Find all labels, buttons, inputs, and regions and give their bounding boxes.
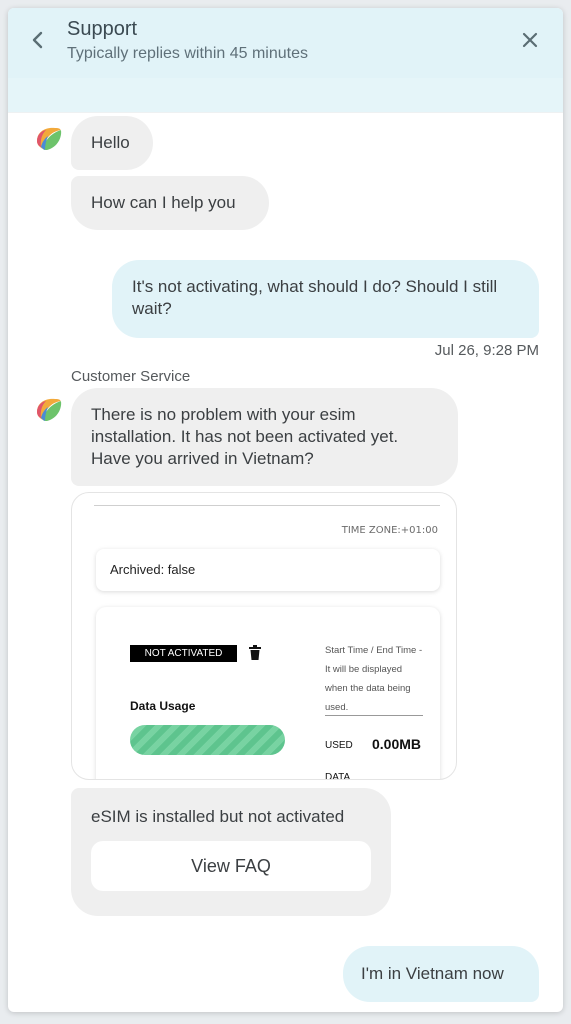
chevron-left-icon[interactable] (26, 28, 50, 52)
message-text: There is no problem with your esim insta… (91, 405, 399, 468)
header-strip (8, 78, 563, 113)
message-user-question: It's not activating, what should I do? S… (112, 260, 539, 338)
archived-box: Archived: false (96, 549, 440, 591)
archived-label: Archived: false (110, 562, 196, 577)
data-usage-progress (130, 725, 285, 755)
message-text: eSIM is installed but not activated (91, 807, 345, 826)
chat-title: Support (67, 18, 138, 40)
attached-screenshot[interactable]: TIME ZONE:+01:00 Archived: false NOT ACT… (71, 492, 457, 780)
message-text: How can I help you (91, 193, 236, 212)
esim-status-card: NOT ACTIVATED Data Usage Start Time / En… (96, 607, 440, 780)
message-help: How can I help you (71, 176, 269, 230)
data-usage-label: Data Usage (130, 699, 196, 713)
chat-window: Support Typically replies within 45 minu… (8, 8, 563, 1012)
agent-avatar (33, 394, 63, 424)
view-faq-button[interactable]: View FAQ (91, 841, 371, 891)
message-user-reply: I'm in Vietnam now (343, 946, 539, 1002)
message-timestamp: Jul 26, 9:28 PM (434, 342, 539, 359)
time-note: Start Time / End Time - It will be displ… (325, 645, 423, 713)
status-badge: NOT ACTIVATED (130, 645, 237, 662)
message-text: It's not activating, what should I do? S… (132, 277, 498, 318)
used-label: USED (325, 740, 353, 751)
agent-avatar (33, 123, 63, 153)
agent-name: Customer Service (71, 368, 191, 385)
data-label: DATA (325, 772, 351, 780)
timezone-label: TIME ZONE:+01:00 (341, 525, 438, 536)
trash-icon[interactable] (248, 645, 262, 661)
close-icon[interactable] (518, 28, 542, 52)
time-note-divider (325, 715, 423, 716)
message-hello: Hello (71, 116, 153, 170)
divider (94, 505, 440, 506)
chat-header: Support Typically replies within 45 minu… (8, 8, 563, 113)
message-text: I'm in Vietnam now (361, 964, 504, 983)
used-value: 0.00MB (372, 736, 422, 752)
message-text: Hello (91, 133, 130, 152)
message-agent-reply: There is no problem with your esim insta… (71, 388, 458, 486)
reply-time-subtitle: Typically replies within 45 minutes (67, 45, 308, 62)
